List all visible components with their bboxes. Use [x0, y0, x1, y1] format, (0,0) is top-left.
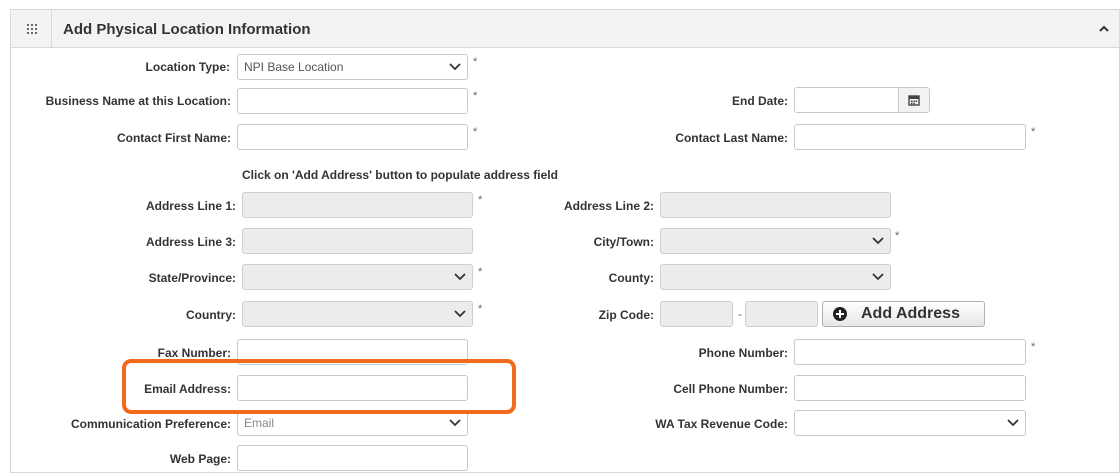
contact-last-name-input[interactable] — [794, 124, 1026, 150]
state-province-select[interactable] — [242, 264, 473, 290]
header-divider — [51, 10, 52, 48]
end-date-input[interactable] — [794, 87, 900, 113]
contact-last-name-label: Contact Last Name: — [675, 131, 788, 145]
panel-header: Add Physical Location Information — [11, 10, 1119, 48]
calendar-button[interactable] — [898, 87, 930, 113]
contact-first-name-label: Contact First Name: — [116, 131, 231, 145]
county-select[interactable] — [660, 264, 891, 290]
add-address-label: Add Address — [861, 305, 960, 322]
wa-tax-revenue-code-select[interactable] — [794, 410, 1026, 436]
address-line-1-input[interactable] — [242, 192, 473, 218]
communication-preference-label: Communication Preference: — [70, 417, 231, 431]
state-province-label: State/Province: — [148, 271, 236, 285]
business-name-input[interactable] — [237, 88, 468, 114]
end-date-label: End Date: — [731, 94, 788, 108]
required-mark: * — [478, 266, 483, 278]
chevron-down-icon — [1007, 419, 1019, 427]
cell-phone-input[interactable] — [794, 375, 1026, 401]
address-line-3-input[interactable] — [242, 228, 473, 254]
required-mark: * — [478, 194, 483, 206]
location-type-value: NPI Base Location — [244, 60, 344, 74]
address-line-2-label: Address Line 2: — [563, 199, 654, 213]
location-type-select[interactable]: NPI Base Location — [237, 54, 468, 80]
required-mark: * — [473, 56, 478, 68]
zip-code-input[interactable] — [660, 301, 733, 327]
chevron-down-icon — [872, 273, 884, 281]
address-line-1-label: Address Line 1: — [145, 199, 236, 213]
country-select[interactable] — [242, 301, 473, 327]
business-name-label: Business Name at this Location: — [45, 94, 231, 108]
chevron-down-icon — [454, 273, 466, 281]
address-line-3-label: Address Line 3: — [145, 235, 236, 249]
required-mark: * — [895, 230, 900, 242]
contact-first-name-input[interactable] — [237, 124, 468, 150]
chevron-up-icon[interactable] — [1097, 22, 1111, 36]
required-mark: * — [473, 126, 478, 138]
zip-extension-input[interactable] — [745, 301, 818, 327]
address-line-2-input[interactable] — [660, 192, 891, 218]
required-mark: * — [1031, 341, 1036, 353]
add-address-button[interactable]: Add Address — [822, 301, 985, 327]
required-mark: * — [1031, 126, 1036, 138]
phone-number-label: Phone Number: — [698, 346, 788, 360]
plus-circle-icon — [833, 307, 847, 321]
address-hint: Click on 'Add Address' button to populat… — [242, 168, 558, 182]
chevron-down-icon — [449, 419, 461, 427]
calendar-icon — [908, 95, 920, 106]
web-page-input[interactable] — [237, 445, 468, 471]
country-label: Country: — [186, 308, 236, 322]
county-label: County: — [608, 271, 654, 285]
chevron-down-icon — [449, 63, 461, 71]
cell-phone-label: Cell Phone Number: — [673, 382, 788, 396]
wa-tax-revenue-code-label: WA Tax Revenue Code: — [655, 417, 788, 431]
chevron-down-icon — [872, 237, 884, 245]
location-type-label: Location Type: — [145, 60, 230, 74]
phone-number-input[interactable] — [794, 339, 1026, 365]
required-mark: * — [473, 90, 478, 102]
panel-title: Add Physical Location Information — [63, 21, 311, 38]
email-highlight-box — [122, 359, 516, 414]
zip-dash: - — [738, 307, 742, 321]
fax-number-label: Fax Number: — [157, 346, 231, 360]
zip-code-label: Zip Code: — [598, 308, 654, 322]
grid-icon — [27, 24, 37, 34]
city-town-select[interactable] — [660, 228, 891, 254]
city-town-label: City/Town: — [593, 235, 654, 249]
communication-preference-value: Email — [244, 416, 275, 430]
web-page-label: Web Page: — [169, 452, 231, 466]
chevron-down-icon — [454, 310, 466, 318]
required-mark: * — [478, 303, 483, 315]
